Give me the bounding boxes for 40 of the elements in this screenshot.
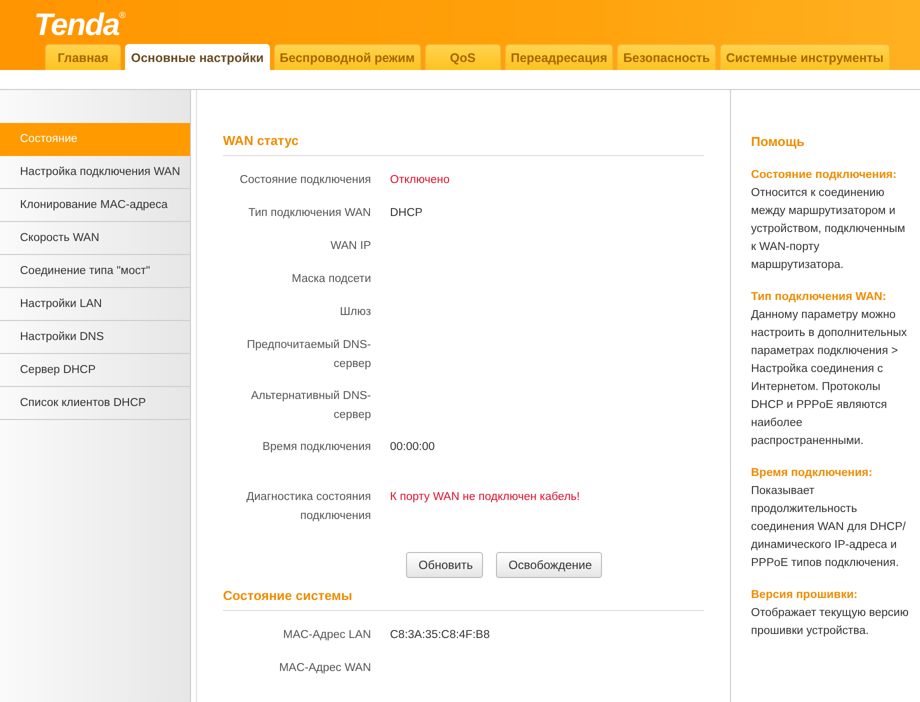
- field-value: К порту WAN не подключен кабель!: [390, 490, 580, 505]
- help-heading: Тип подключения WAN:: [751, 290, 888, 305]
- section-title: WAN статус: [223, 90, 704, 156]
- field-value: 00:00:00: [390, 440, 435, 455]
- field-label: Предпочитаемый DNS-сервер: [246, 338, 371, 372]
- help-text: Относится к соединению между маршрутизатором и устройством, подключенным к WAN-порту маршрутизатора.: [751, 186, 906, 273]
- sidebar-item[interactable]: Клонирование MAC-адреса: [0, 189, 190, 222]
- field-label: MAC-Адрес WAN: [278, 661, 371, 676]
- help-heading: Время подключения:: [751, 466, 874, 481]
- field-value: Отключено: [390, 173, 450, 188]
- field-label: Шлюз: [338, 305, 371, 320]
- release-button[interactable]: Освобождение: [496, 552, 602, 578]
- logo-text: Tenda: [34, 6, 120, 44]
- field-value: C8:3A:35:C8:4F:B8: [390, 628, 490, 643]
- sidebar-item[interactable]: Настройка подключения WAN: [0, 156, 190, 189]
- section-title: Состояние системы: [223, 582, 704, 611]
- help-heading: Состояние подключения:: [751, 168, 898, 183]
- sidebar-item[interactable]: Настройки DNS: [0, 321, 190, 354]
- help-heading: Версия прошивки:: [751, 588, 858, 603]
- field-label: Тип подключения WAN: [247, 206, 371, 221]
- help-text: Показывает продолжительность соединения WAN для DHCP/ динамического IP-адреса и PPPoE типов подключения.: [751, 484, 907, 571]
- field-label: Альтернативный DNS-сервер: [250, 389, 371, 423]
- field-label: WAN IP: [330, 239, 371, 254]
- help-title: Помощь: [751, 133, 806, 151]
- refresh-button[interactable]: Обновить: [406, 552, 482, 578]
- help-text: Отображает текущую версию прошивки устройства.: [751, 606, 910, 639]
- sidebar-item[interactable]: Скорость WAN: [0, 222, 190, 255]
- field-label: Маска подсети: [290, 272, 371, 287]
- field-label: Время подключения: [261, 440, 371, 455]
- field-value: DHCP: [390, 206, 423, 221]
- sidebar-item[interactable]: Список клиентов DHCP: [0, 387, 190, 420]
- sidebar-item[interactable]: Настройки LAN: [0, 288, 190, 321]
- sidebar-item[interactable]: Соединение типа "мост": [0, 255, 190, 288]
- sidebar-item[interactable]: Сервер DHCP: [0, 354, 190, 387]
- nav-tab[interactable]: Основные настройки: [125, 44, 270, 70]
- help-text: Данному параметру можно настроить в дополнительных параметрах подключения > Настройка соединения с Интернетом. Протоколы DHCP и PPPoE являются наиболее распространенными.: [751, 308, 908, 449]
- field-label: MAC-Адрес LAN: [282, 628, 371, 643]
- field-label: Состояние подключения: [238, 173, 371, 188]
- registered-mark: ®: [119, 10, 126, 20]
- field-label: Диагностика состояния подключения: [245, 490, 371, 524]
